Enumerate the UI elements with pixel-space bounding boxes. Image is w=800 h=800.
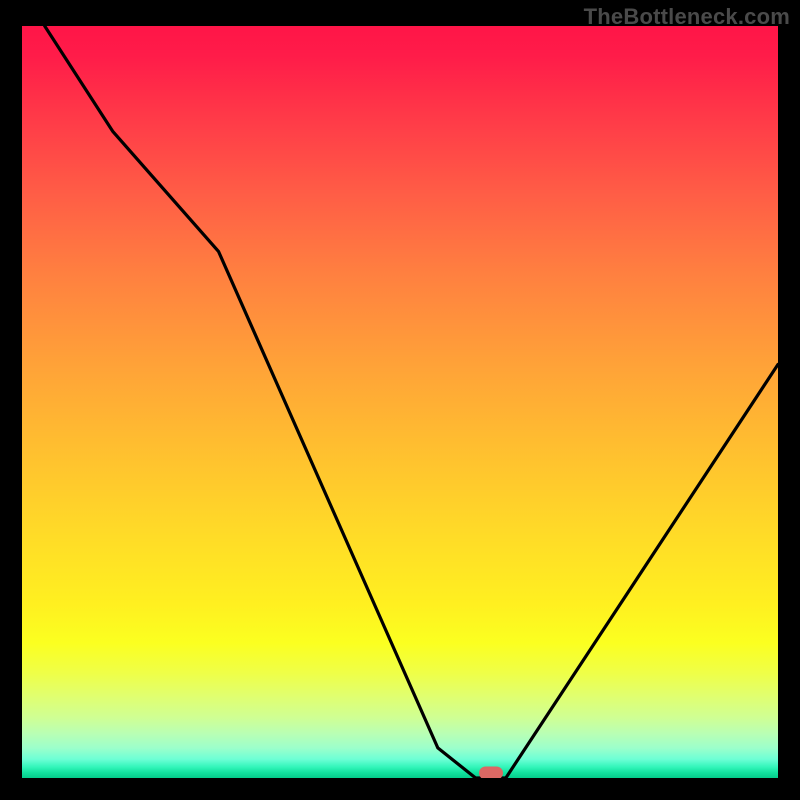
optimal-point-marker: [479, 766, 503, 778]
watermark-label: TheBottleneck.com: [584, 4, 790, 30]
plot-area: [22, 26, 778, 778]
chart-canvas: TheBottleneck.com: [0, 0, 800, 800]
bottleneck-curve-path: [45, 26, 778, 778]
curve-svg: [22, 26, 778, 778]
